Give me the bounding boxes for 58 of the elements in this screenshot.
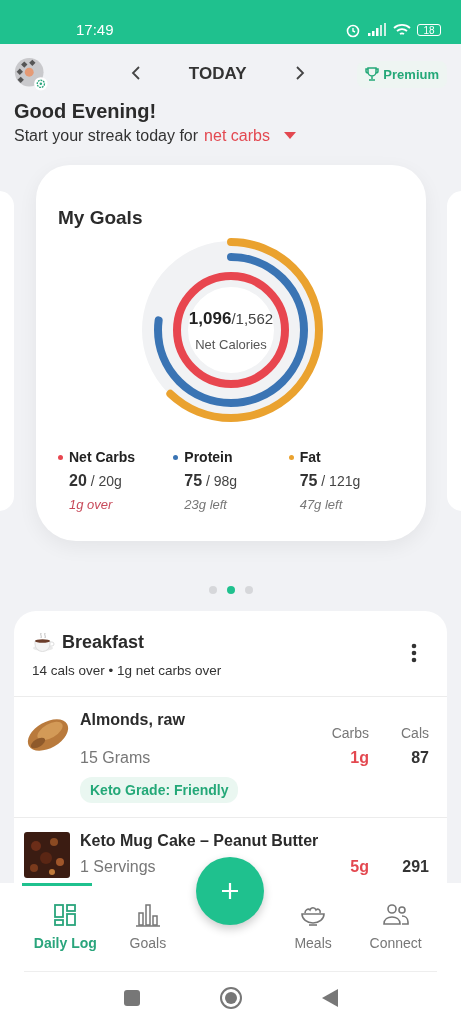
coffee-cup-icon [32,631,56,653]
food-amount: 1 Servings [80,858,157,876]
plus-icon [221,882,239,900]
wifi-icon [393,23,411,37]
macro-name: Protein [184,449,233,465]
meal-summary: 14 cals over • 1g net carbs over [32,663,223,678]
nav-tab[interactable]: Meals [271,899,355,955]
net-calories-value: 1,096/1,562 [188,309,274,329]
bar-chart-icon [134,903,161,927]
date-title: TODAY [188,64,247,84]
alarm-icon [345,22,361,38]
streak-metric-dropdown[interactable]: net carbs [204,127,296,145]
add-button[interactable] [196,857,264,925]
trophy-icon [365,67,380,81]
signal-icon [367,23,387,37]
page-indicator-dot[interactable] [208,586,217,594]
macro-amount: 75 / 121g [299,472,362,490]
calories-value: 291 [401,858,429,876]
keto-grade-tag: Keto Grade: Friendly [80,777,239,803]
macro-name: Fat [299,449,321,465]
macro-name: Net Carbs [69,449,136,465]
streak-text: Start your streak today for [14,127,199,145]
carbs-value: 5g [349,858,369,876]
page-indicator-dot[interactable] [244,586,253,594]
macro-amount: 20 / 20g [69,472,123,490]
people-icon [381,903,410,927]
greeting-heading: Good Evening! [14,100,158,123]
macro-status: 47g left [299,497,344,512]
battery-icon: 18 [417,24,441,36]
nav-tab[interactable]: Connect [354,899,437,955]
more-options-icon [411,643,417,663]
food-name: Almonds, raw [80,711,186,729]
avatar-icon[interactable] [14,57,48,91]
carbs-value: 1g [349,749,369,767]
calories-value: 87 [410,749,429,767]
column-label: Cals [400,725,429,741]
card-title: My Goals [58,207,144,229]
macro-status: 23g left [184,497,229,512]
food-amount: 15 Grams [80,749,152,767]
dashboard-icon [53,903,78,927]
net-calories-label: Net Calories [195,337,267,352]
food-name: Keto Mug Cake – Peanut Butter [80,832,320,850]
back-icon[interactable] [320,988,339,1008]
food-item[interactable]: Almonds, raw Carbs Cals 15 Grams 1g 87 Keto Grade: Friendly [14,697,447,818]
chevron-left-icon [130,64,141,81]
recent-apps-icon[interactable] [122,989,141,1007]
meal-title: Breakfast [62,631,145,653]
clock-time: 17:49 [76,21,114,38]
chevron-right-icon [294,64,305,81]
nav-tab[interactable]: Daily Log [24,899,107,955]
macro-amount: 75 / 98g [184,472,239,490]
page-indicator-dot[interactable] [226,586,235,594]
selected-tab-indicator [22,883,92,886]
home-icon[interactable] [218,986,243,1010]
macro-status: 1g over [69,497,114,512]
nav-tab[interactable]: Goals [106,899,190,955]
dropdown-caret-icon [283,132,296,140]
column-label: Carbs [330,725,369,741]
